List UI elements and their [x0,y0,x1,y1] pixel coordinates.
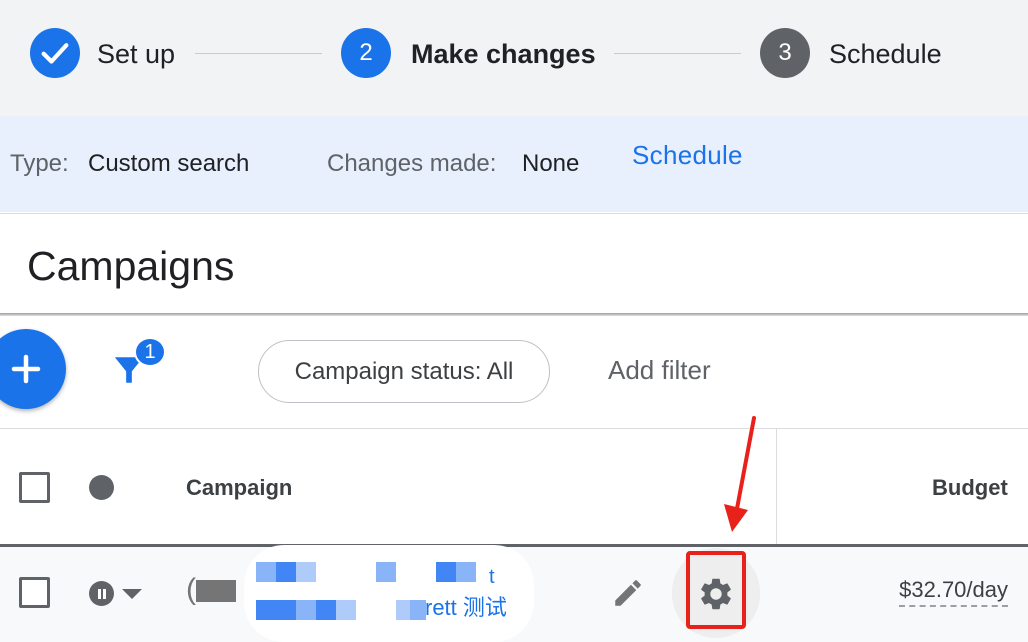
redacted-pixel [276,562,296,582]
type-label: Type: [10,150,69,177]
column-header-campaign[interactable]: Campaign [186,474,292,502]
pencil-icon[interactable] [611,576,645,610]
info-bar: Type: Custom search Changes made: None S… [0,116,1028,212]
redacted-pixel [410,600,426,620]
step-connector [195,53,322,54]
column-header-budget[interactable]: Budget [932,474,1008,502]
stepper: Set up 2 Make changes 3 Schedule [0,0,1028,116]
redacted-pixel [296,600,316,620]
redacted-pixel [436,562,456,582]
page-title: Campaigns [27,243,235,289]
select-all-checkbox[interactable] [19,472,50,503]
changes-made-value: None [522,150,580,177]
redacted-pixel [296,562,316,582]
annotation-highlight-box [686,551,746,629]
type-value: Custom search [88,150,250,177]
campaign-status-chip[interactable]: Campaign status: All [258,340,550,403]
redacted-pixel [336,600,356,620]
plus-icon [11,354,41,384]
step-2-label: Make changes [411,39,596,69]
step-3-number: 3 [760,28,810,78]
campaign-name-prefix: ( [186,573,196,606]
step-1-check-icon [30,28,80,78]
divider [0,313,1028,316]
redacted-pixel [316,600,336,620]
redacted-pixel [376,562,396,582]
annotation-arrow-icon [724,416,756,532]
pause-icon[interactable] [89,581,114,606]
step-3-label: Schedule [829,39,942,69]
schedule-link[interactable]: Schedule [632,140,743,170]
redacted-pixel [256,562,276,582]
step-1-label: Set up [97,39,176,69]
dropdown-arrow-icon[interactable] [122,589,142,599]
campaign-name-fragment[interactable]: t [489,565,495,589]
row-checkbox[interactable] [19,577,50,608]
add-filter-button[interactable]: Add filter [608,354,711,386]
campaign-name-link[interactable]: rett 测试 [425,594,507,622]
redacted-block [196,580,236,602]
step-connector [614,53,741,54]
filter-count-badge: 1 [134,337,166,367]
redacted-pixel [256,600,276,620]
table-top-border [0,428,1028,429]
redacted-pixel [276,600,296,620]
changes-made-label: Changes made: [327,150,497,177]
step-2-number: 2 [341,28,391,78]
status-dot-icon [89,475,114,500]
redacted-pixel [456,562,476,582]
budget-value[interactable]: $32.70/day [899,575,1008,607]
add-campaign-button[interactable] [0,329,66,409]
title-area: Campaigns [0,213,1028,313]
